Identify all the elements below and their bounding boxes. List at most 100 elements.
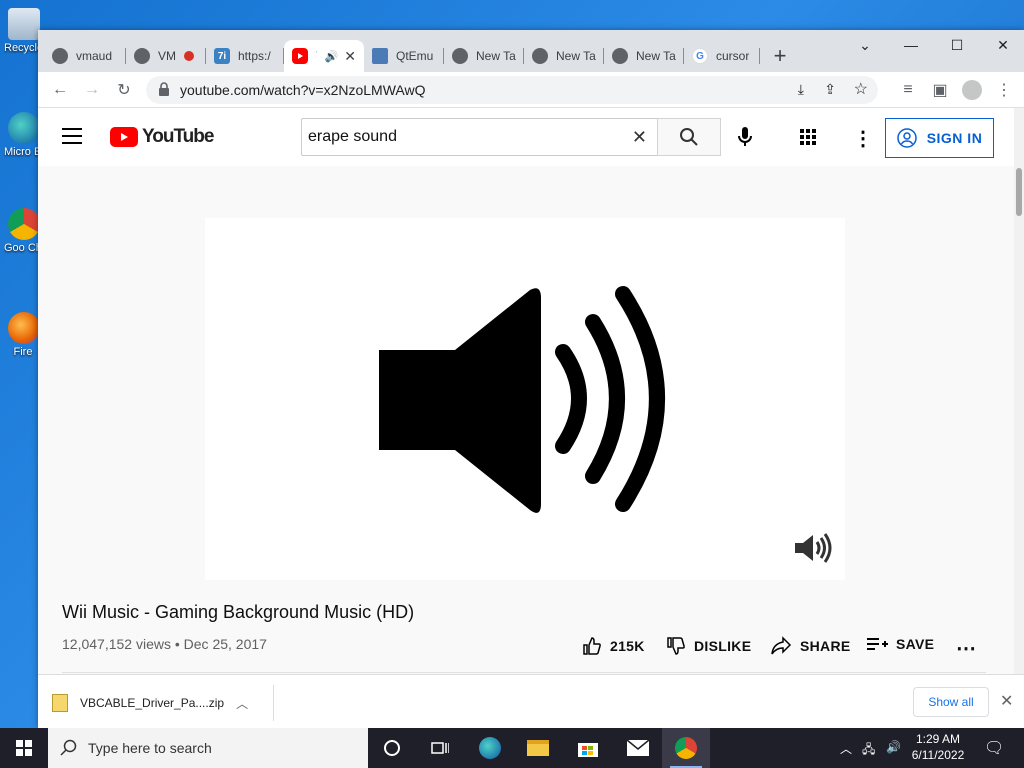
voice-search-icon[interactable] [738, 127, 752, 152]
more-options-icon[interactable]: ⋮ [853, 126, 873, 151]
scrollbar-thumb[interactable] [1016, 168, 1022, 216]
globe-icon [134, 48, 150, 64]
recycle-bin-icon [8, 8, 40, 40]
tab-cursor[interactable]: G cursor [684, 40, 760, 72]
taskbar-store[interactable] [564, 728, 612, 768]
edge-icon [479, 737, 501, 759]
video-meta: 12,047,152 views • Dec 25, 2017 [62, 636, 267, 652]
dislike-button[interactable]: DISLIKE [666, 636, 751, 656]
youtube-logo[interactable]: YouTube [110, 126, 214, 148]
tab-title: vmaud [76, 49, 113, 63]
divider [62, 672, 986, 673]
share-button[interactable]: SHARE [770, 636, 851, 656]
tab-strip: vmaud VM 7i https:/ Y 🔊 ✕ QtEmu New Ta N… [38, 30, 1024, 72]
tab-title: New Ta [556, 49, 596, 63]
start-button[interactable] [0, 728, 48, 768]
notifications-icon[interactable]: 🗨 [984, 738, 1004, 758]
chrome-window: vmaud VM 7i https:/ Y 🔊 ✕ QtEmu New Ta N… [38, 30, 1024, 728]
like-button[interactable]: 215K [582, 636, 645, 656]
profile-avatar[interactable] [958, 76, 986, 104]
save-button[interactable]: SAVE [866, 636, 934, 652]
clock[interactable]: 1:29 AM 6/11/2022 [906, 731, 970, 763]
desktop-icon-label: Fire [13, 346, 33, 358]
page-scrollbar[interactable] [1014, 108, 1024, 674]
download-item[interactable]: VBCABLE_Driver_Pa....zip ︿ [52, 685, 274, 721]
tab-new-3[interactable]: New Ta [604, 40, 684, 72]
taskbar-mail[interactable] [614, 728, 662, 768]
volume-icon[interactable] [793, 532, 833, 569]
taskbar-chrome[interactable] [662, 728, 710, 768]
speaker-thumbnail-icon [379, 286, 665, 513]
thumbs-down-icon [667, 637, 685, 655]
globe-icon [452, 48, 468, 64]
url-text: youtube.com/watch?v=x2NzoLMWAwQ [180, 82, 426, 98]
chrome-icon [675, 737, 697, 759]
video-title: Wii Music - Gaming Background Music (HD) [62, 602, 415, 622]
audio-playing-icon[interactable]: 🔊 [325, 50, 339, 63]
close-download-bar-icon[interactable]: ✕ [1000, 691, 1013, 711]
install-icon[interactable]: ⤓ [798, 81, 804, 98]
new-tab-button[interactable]: + [766, 42, 794, 70]
forward-button[interactable]: → [78, 76, 106, 104]
chrome-icon [8, 208, 40, 240]
taskbar-search-input[interactable]: Type here to search [48, 728, 368, 768]
tab-qtemu[interactable]: QtEmu [364, 40, 444, 72]
tab-vm[interactable]: VM [126, 40, 206, 72]
clear-search-icon[interactable]: ✕ [632, 127, 647, 148]
video-player[interactable] [205, 218, 845, 580]
playlist-add-icon [867, 638, 888, 650]
clock-date: 6/11/2022 [911, 748, 965, 762]
tab-title: Y [316, 49, 317, 63]
side-panel-icon[interactable]: ▣ [926, 76, 954, 104]
search-query: erape sound [308, 128, 397, 145]
maximize-button[interactable]: ☐ [934, 30, 980, 60]
search-input[interactable]: erape sound ✕ [301, 118, 658, 156]
search-button[interactable] [657, 118, 721, 156]
account-icon [896, 128, 917, 148]
share-icon[interactable]: ⇪ [824, 81, 836, 98]
minimize-button[interactable]: — [888, 30, 934, 60]
chevron-up-icon[interactable]: ︿ [236, 695, 248, 712]
apps-grid-icon[interactable] [800, 129, 816, 150]
meta-separator: • [170, 636, 184, 652]
youtube-logo-text: YouTube [142, 126, 214, 147]
dislike-label: DISLIKE [694, 638, 752, 654]
taskbar-file-explorer[interactable] [514, 728, 562, 768]
tab-close-icon[interactable]: ✕ [344, 48, 356, 65]
globe-icon [532, 48, 548, 64]
reload-button[interactable]: ↻ [110, 76, 138, 104]
cortana-icon [384, 740, 400, 756]
address-bar[interactable]: youtube.com/watch?v=x2NzoLMWAwQ ⤓ ⇪ ☆ [146, 76, 878, 104]
sign-in-button[interactable]: SIGN IN [885, 118, 994, 158]
close-window-button[interactable]: ✕ [980, 30, 1024, 60]
back-button[interactable]: ← [46, 76, 74, 104]
tab-title: New Ta [636, 49, 676, 63]
tab-vmaud[interactable]: vmaud [44, 40, 126, 72]
google-icon: G [692, 48, 708, 64]
youtube-play-icon [110, 127, 138, 147]
task-view-icon [431, 742, 449, 754]
chevron-up-icon[interactable]: ︿ [840, 740, 852, 757]
lock-icon [158, 82, 170, 99]
volume-tray-icon[interactable]: 🔊 [886, 740, 901, 754]
tab-new-2[interactable]: New Ta [524, 40, 604, 72]
recording-icon [184, 51, 194, 61]
more-actions-icon[interactable]: ⋯ [956, 636, 976, 661]
network-icon[interactable]: 🖧 [862, 740, 875, 761]
like-count: 215K [610, 638, 645, 654]
tab-new-1[interactable]: New Ta [444, 40, 524, 72]
hamburger-menu-icon[interactable] [62, 128, 82, 144]
task-view-button[interactable] [368, 728, 416, 768]
bookmark-star-icon[interactable]: ☆ [854, 79, 868, 99]
tab-https[interactable]: 7i https:/ [206, 40, 284, 72]
chrome-menu-icon[interactable]: ⋮ [990, 76, 1018, 104]
timeline-button[interactable] [416, 728, 464, 768]
taskbar-edge[interactable] [466, 728, 514, 768]
store-icon [578, 743, 598, 757]
site-7i-icon: 7i [214, 48, 230, 64]
show-all-button[interactable]: Show all [913, 687, 989, 717]
tab-youtube[interactable]: Y 🔊 ✕ [284, 40, 364, 72]
tab-search-icon[interactable]: ⌄ [842, 30, 888, 60]
youtube-icon [292, 48, 308, 64]
media-control-icon[interactable]: ≡ [894, 76, 922, 104]
